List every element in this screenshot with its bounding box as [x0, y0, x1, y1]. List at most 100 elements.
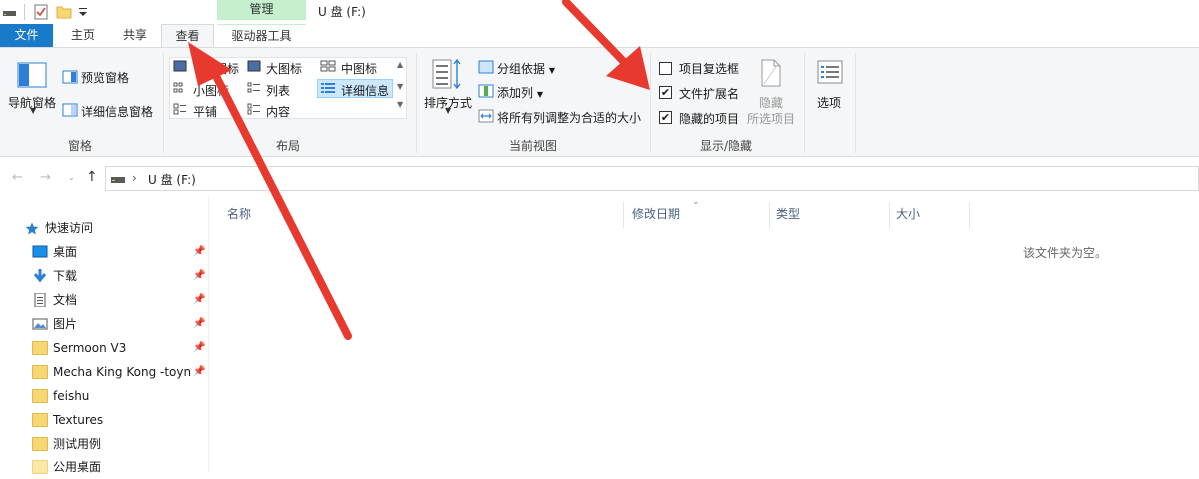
quick-access-item[interactable]: 快速访问	[0, 216, 209, 240]
sort-indicator-icon: ⌄	[692, 197, 700, 207]
add-column-icon	[478, 84, 494, 98]
new-folder-icon[interactable]	[56, 4, 72, 20]
tab-share[interactable]: 共享	[110, 24, 160, 47]
size-all-columns-button[interactable]: 将所有列调整为合适的大小	[497, 109, 641, 126]
chevron-down-icon[interactable]: ▼	[445, 106, 451, 115]
file-extensions-label[interactable]: 文件扩展名	[679, 85, 739, 102]
column-divider[interactable]	[889, 202, 890, 228]
title-bar: 管理 U 盘 (F:)	[0, 0, 1199, 24]
column-header-type[interactable]: 类型	[776, 202, 800, 226]
list-icon	[247, 82, 260, 93]
recent-locations-icon[interactable]: ⌄	[68, 173, 75, 182]
nav-item-label: Mecha King Kong -toyn	[53, 365, 192, 379]
breadcrumb-location[interactable]: U 盘 (F:)	[148, 171, 196, 188]
nav-item-label: 文档	[53, 293, 78, 307]
nav-item-label: Sermoon V3	[53, 341, 127, 355]
gallery-expand-icon[interactable]: ▼	[397, 100, 403, 109]
nav-item-folder[interactable]: feishu	[0, 384, 209, 408]
star-icon	[25, 222, 39, 235]
empty-folder-message: 该文件夹为空。	[1023, 246, 1108, 260]
pin-icon[interactable]: 📌	[193, 360, 206, 384]
hide-selected-button-line2: 所选项目	[747, 112, 796, 126]
window-title: U 盘 (F:)	[318, 5, 366, 19]
chevron-down-icon: ▼	[536, 90, 543, 99]
tab-view[interactable]: 查看	[161, 24, 214, 48]
pin-icon[interactable]: 📌	[193, 288, 205, 312]
details-pane-button[interactable]: 详细信息窗格	[81, 103, 153, 120]
download-icon	[33, 269, 47, 283]
nav-item-label: 公用桌面	[53, 460, 102, 474]
tab-home[interactable]: 主页	[58, 24, 108, 47]
quick-access-label: 快速访问	[45, 221, 94, 235]
gallery-scroll-up-icon[interactable]: ▲	[397, 60, 403, 69]
layout-option[interactable]: 列表	[266, 82, 290, 99]
ribbon-tabs: 文件 主页 共享 查看 驱动器工具	[0, 24, 1199, 48]
preview-pane-icon	[62, 70, 78, 84]
options-button[interactable]: 选项	[817, 94, 841, 111]
nav-item-label: 测试用例	[53, 437, 102, 451]
nav-item-folder[interactable]: 测试用例	[0, 432, 209, 456]
tab-file[interactable]: 文件	[0, 24, 53, 47]
gallery-scroll-down-icon[interactable]: ▼	[397, 82, 403, 91]
folder-icon	[32, 365, 48, 379]
layout-option[interactable]: 小图标	[193, 82, 229, 99]
back-arrow-icon[interactable]: ←	[12, 170, 23, 185]
chevron-down-icon[interactable]: ▼	[30, 106, 36, 115]
forward-arrow-icon[interactable]: →	[40, 170, 51, 185]
layout-option[interactable]: 平铺	[193, 103, 217, 120]
hide-selected-button[interactable]: 隐藏	[759, 94, 783, 111]
nav-item-label: 图片	[53, 317, 78, 331]
column-header-date[interactable]: 修改日期	[632, 202, 680, 226]
column-divider[interactable]	[969, 202, 970, 228]
item-checkboxes-checkbox[interactable]	[659, 62, 672, 75]
nav-item-label: feishu	[53, 389, 90, 403]
drive-icon[interactable]	[2, 4, 18, 20]
layout-option[interactable]: 中图标	[341, 60, 377, 77]
pin-icon[interactable]: 📌	[193, 264, 205, 288]
hidden-items-label[interactable]: 隐藏的项目	[679, 110, 739, 127]
group-by-button[interactable]: 分组依据 ▼	[497, 60, 555, 77]
nav-item-download[interactable]: 下载 📌	[0, 264, 209, 288]
column-divider[interactable]	[623, 202, 624, 228]
hidden-items-checkbox[interactable]: ✔	[659, 111, 672, 124]
preview-pane-button[interactable]: 预览窗格	[81, 69, 129, 86]
layout-option[interactable]: 详细信息	[341, 82, 389, 99]
tab-drive-tools[interactable]: 驱动器工具	[217, 24, 306, 47]
add-column-button[interactable]: 添加列 ▼	[497, 84, 543, 101]
pin-icon[interactable]: 📌	[193, 312, 205, 336]
options-icon	[817, 60, 843, 84]
breadcrumb-separator-icon[interactable]: ›	[132, 171, 137, 185]
item-checkboxes-label[interactable]: 项目复选框	[679, 60, 739, 77]
document-icon	[34, 293, 46, 307]
nav-item-folder[interactable]: 公用桌面	[0, 455, 209, 479]
file-extensions-checkbox[interactable]: ✔	[659, 86, 672, 99]
column-divider[interactable]	[769, 202, 770, 228]
column-header-name[interactable]: 名称	[227, 202, 251, 226]
group-by-label: 分组依据	[497, 62, 546, 76]
properties-icon[interactable]	[33, 4, 49, 20]
nav-item-documents[interactable]: 文档 📌	[0, 288, 209, 312]
layout-option[interactable]: 图标	[215, 60, 239, 77]
small-icons-icon	[173, 82, 183, 93]
nav-item-desktop[interactable]: 桌面 📌	[0, 240, 209, 264]
customize-qa-icon[interactable]	[76, 4, 92, 20]
pin-icon[interactable]: 📌	[193, 336, 205, 360]
pin-icon[interactable]: 📌	[193, 240, 205, 264]
nav-item-pictures[interactable]: 图片 📌	[0, 312, 209, 336]
nav-item-folder[interactable]: Textures	[0, 408, 209, 432]
address-field[interactable]: › U 盘 (F:)	[105, 166, 1199, 191]
folder-icon	[32, 437, 48, 451]
folder-icon	[32, 341, 48, 355]
show-hide-group-label: 显示/隐藏	[699, 139, 753, 153]
layout-option[interactable]: 大图标	[266, 60, 302, 77]
nav-item-folder[interactable]: Mecha King Kong -toyn 📌	[0, 360, 209, 384]
layout-option[interactable]: 内容	[266, 103, 290, 120]
pane-group-label: 窗格	[67, 139, 92, 153]
navigation-pane: 快速访问 桌面 📌 下载 📌 文档 📌 图片 📌 Sermoon V3 📌 Me…	[0, 197, 209, 474]
details-pane-icon	[62, 103, 78, 117]
current-view-group-label: 当前视图	[508, 139, 557, 153]
up-arrow-icon[interactable]: ↑	[86, 169, 98, 185]
column-header-size[interactable]: 大小	[896, 202, 920, 226]
nav-item-folder[interactable]: Sermoon V3 📌	[0, 336, 209, 360]
group-divider	[855, 53, 856, 153]
